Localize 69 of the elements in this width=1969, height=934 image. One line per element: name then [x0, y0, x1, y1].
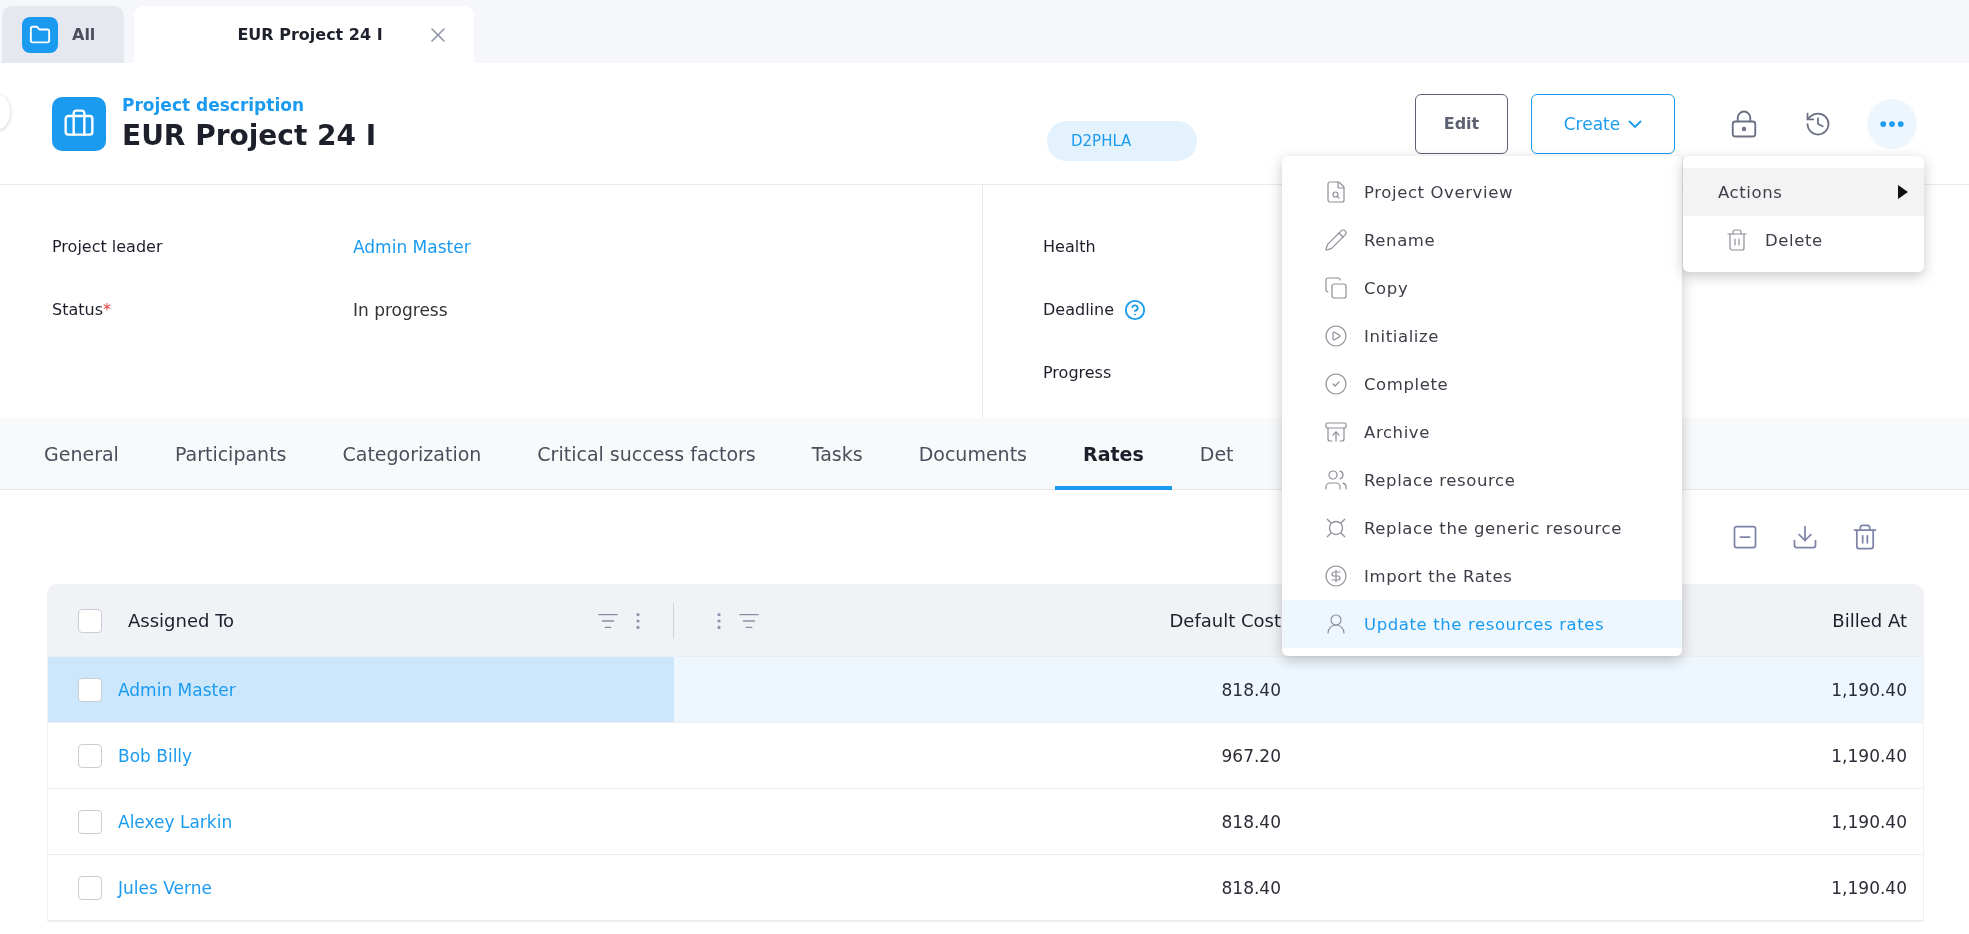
play-icon	[1324, 324, 1348, 348]
row-checkbox[interactable]	[78, 677, 102, 702]
menu-item[interactable]: Actions	[1683, 168, 1924, 216]
briefcase-icon	[52, 96, 106, 151]
row-checkbox[interactable]	[78, 743, 102, 768]
menu-item[interactable]: Delete	[1683, 216, 1924, 264]
dollar-icon	[1324, 564, 1348, 588]
table-cell: 1,190.40	[1831, 877, 1907, 898]
section-tab[interactable]: Participants	[146, 418, 315, 490]
users-icon	[1324, 468, 1348, 492]
generic-resource-icon	[1324, 516, 1348, 540]
row-checkbox[interactable]	[78, 809, 102, 834]
menu-item[interactable]: Replace resource	[1282, 456, 1682, 504]
table-cell: 1,190.40	[1831, 811, 1907, 832]
column-header: Assigned To	[128, 610, 235, 631]
table-cell: 967.20	[1221, 745, 1281, 766]
field-value: In progress	[353, 299, 448, 320]
archive-icon	[1324, 420, 1348, 444]
project-code: D2PHLA	[1047, 120, 1197, 161]
menu-item[interactable]: Archive	[1282, 408, 1682, 456]
menu-item[interactable]: Import the Rates	[1282, 552, 1682, 600]
select-all-checkbox[interactable]	[78, 608, 102, 633]
menu-item[interactable]: Rename	[1282, 216, 1682, 264]
column-header: Default Cost	[1169, 610, 1281, 631]
overview-icon	[1324, 180, 1348, 204]
menu-item[interactable]: Complete	[1282, 360, 1682, 408]
trash-icon[interactable]	[1851, 523, 1879, 551]
pencil-icon	[1324, 228, 1348, 252]
window-tab[interactable]: EUR Project 24 I	[134, 6, 474, 63]
section-tab[interactable]: General	[16, 418, 147, 490]
help-icon[interactable]	[1124, 298, 1146, 321]
menu-item[interactable]: Initialize	[1282, 312, 1682, 360]
download-icon[interactable]	[1791, 523, 1819, 551]
page-title: EUR Project 24 I	[122, 119, 377, 152]
trash-icon	[1725, 228, 1749, 252]
section-tab[interactable]: Rates	[1055, 418, 1172, 490]
page-subtitle: Project description	[122, 95, 304, 115]
edit-button[interactable]: Edit	[1415, 93, 1508, 154]
section-tab[interactable]: Categorization	[314, 418, 510, 490]
menu-item[interactable]: Copy	[1282, 264, 1682, 312]
column-header: Billed At	[1832, 610, 1907, 631]
section-tab[interactable]: Documents	[890, 418, 1055, 490]
copy-icon	[1324, 276, 1348, 300]
menu-item[interactable]: Replace the generic resource	[1282, 504, 1682, 552]
field-label: Health	[1043, 237, 1096, 256]
section-tab[interactable]: Det	[1171, 418, 1262, 490]
required-mark: *	[103, 300, 111, 319]
table-cell: 818.40	[1221, 811, 1281, 832]
user-icon	[1324, 612, 1348, 636]
folder-icon	[22, 16, 58, 53]
collapse-icon[interactable]	[1731, 523, 1759, 551]
table-cell: 1,190.40	[1831, 745, 1907, 766]
submenu-caret-icon	[1898, 185, 1908, 199]
field-label: Project leader	[52, 237, 163, 256]
more-icon[interactable]	[1867, 98, 1917, 149]
table-row[interactable]: Admin Master 818.40 1,190.40	[48, 657, 1923, 723]
section-tab[interactable]: Critical success factors	[509, 418, 784, 490]
window-tab[interactable]: All	[2, 6, 124, 63]
check-circle-icon	[1324, 372, 1348, 396]
menu-item[interactable]: Project Overview	[1282, 168, 1682, 216]
chevron-icon	[1628, 119, 1643, 128]
field-label: Progress	[1043, 363, 1112, 382]
table-cell: 818.40	[1221, 679, 1281, 700]
field-label: Status	[52, 300, 103, 319]
row-checkbox[interactable]	[78, 875, 102, 900]
table-cell: 818.40	[1221, 877, 1281, 898]
field-label: Deadline	[1043, 300, 1114, 319]
section-tab[interactable]: Tasks	[783, 418, 891, 490]
table-cell: 1,190.40	[1831, 679, 1907, 700]
